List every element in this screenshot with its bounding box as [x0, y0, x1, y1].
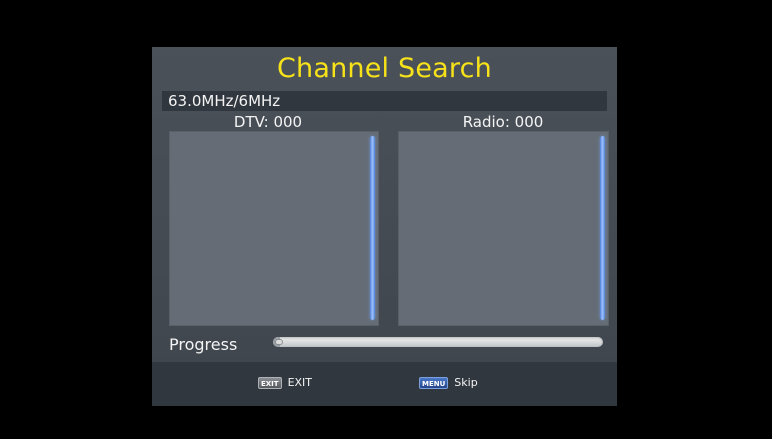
menu-key-icon: MENU	[419, 376, 449, 389]
key-hint-bar: EXIT EXIT MENU Skip	[152, 362, 617, 406]
exit-hint[interactable]: EXIT EXIT	[258, 376, 312, 389]
frequency-bar: 63.0MHz/6MHz	[162, 91, 607, 111]
radio-list-scrollbar[interactable]	[600, 136, 605, 320]
radio-channel-list[interactable]	[398, 131, 609, 326]
dtv-list-scrollbar[interactable]	[370, 136, 375, 320]
dialog-title: Channel Search	[277, 53, 492, 84]
channel-search-dialog: Channel Search 63.0MHz/6MHz DTV: 000 Rad…	[152, 47, 617, 406]
skip-hint[interactable]: MENU Skip	[419, 376, 478, 389]
progress-bar	[273, 337, 603, 347]
tv-screen: Channel Search 63.0MHz/6MHz DTV: 000 Rad…	[0, 0, 772, 439]
exit-key-icon: EXIT	[258, 376, 282, 389]
frequency-readout: 63.0MHz/6MHz	[168, 92, 281, 110]
radio-count-label: Radio: 000	[462, 113, 544, 131]
progress-label: Progress	[169, 335, 238, 354]
progress-bar-knob	[275, 339, 283, 345]
exit-hint-label: EXIT	[287, 376, 313, 389]
dtv-count-label: DTV: 000	[233, 113, 303, 131]
skip-hint-label: Skip	[454, 376, 478, 389]
dtv-channel-list[interactable]	[169, 131, 379, 326]
